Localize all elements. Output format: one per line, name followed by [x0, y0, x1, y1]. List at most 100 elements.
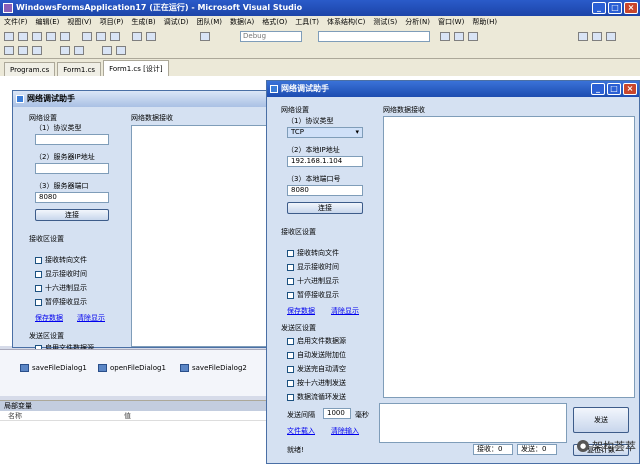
design-recv-opt-2[interactable]: 显示接收时间	[35, 269, 87, 279]
menu-file[interactable]: 文件(F)	[4, 16, 28, 29]
design-proto-label: （1）协议类型	[35, 124, 82, 132]
chevron-down-icon: ▾	[355, 128, 359, 136]
run-recv-opt-1[interactable]: 接收转向文件	[287, 248, 339, 258]
run-save-data-link[interactable]: 保存数据	[287, 306, 315, 316]
tray-save-dialog-2[interactable]: saveFileDialog2	[180, 364, 247, 372]
save-icon[interactable]	[46, 32, 56, 41]
run-clear-display-link[interactable]: 清除显示	[331, 306, 359, 316]
menu-test[interactable]: 测试(S)	[373, 16, 397, 29]
properties-icon[interactable]	[454, 32, 464, 41]
design-save-data-link[interactable]: 保存数据	[35, 313, 63, 323]
spacing-icon[interactable]	[74, 46, 84, 55]
run-port-input[interactable]: 8080	[287, 185, 363, 196]
menu-team[interactable]: 团队(M)	[196, 16, 222, 29]
checkbox-icon	[35, 256, 42, 264]
checkbox-icon	[287, 393, 294, 401]
run-send-opt-5[interactable]: 数据流循环发送	[287, 392, 346, 402]
run-send-button[interactable]: 发送	[573, 407, 629, 433]
design-clear-display-link[interactable]: 清除显示	[77, 313, 105, 323]
run-connect-button[interactable]: 连接	[287, 202, 363, 214]
solution-explorer-icon[interactable]	[440, 32, 450, 41]
new-project-icon[interactable]	[4, 32, 14, 41]
design-proto-select[interactable]	[35, 134, 109, 145]
design-recv-opt-4[interactable]: 暂停接收显示	[35, 297, 87, 307]
config-select[interactable]: Debug	[240, 31, 302, 42]
vs-title-bar: WindowsFormsApplication17 (正在运行) - Micro…	[0, 0, 640, 16]
menu-analyze[interactable]: 分析(N)	[405, 16, 430, 29]
continue-icon[interactable]	[578, 32, 588, 41]
tab-form1-designer[interactable]: Form1.cs [设计]	[103, 60, 169, 76]
run-local-ip-input[interactable]: 192.168.1.104	[287, 156, 363, 167]
copy-icon[interactable]	[96, 32, 106, 41]
tab-program-cs[interactable]: Program.cs	[4, 62, 56, 76]
menu-window[interactable]: 窗口(W)	[438, 16, 464, 29]
save-all-icon[interactable]	[60, 32, 70, 41]
menu-view[interactable]: 视图(V)	[67, 16, 91, 29]
align-right-icon[interactable]	[32, 46, 42, 55]
vs-title: WindowsFormsApplication17 (正在运行) - Micro…	[16, 3, 303, 12]
maximize-icon[interactable]: □	[607, 83, 621, 95]
cut-icon[interactable]	[82, 32, 92, 41]
design-recv-opt-1-label: 接收转向文件	[45, 256, 87, 264]
menu-tools[interactable]: 工具(T)	[295, 16, 319, 29]
undo-icon[interactable]	[132, 32, 142, 41]
bring-front-icon[interactable]	[102, 46, 112, 55]
minimize-icon[interactable]: _	[592, 2, 606, 14]
run-send-textbox[interactable]	[379, 403, 567, 443]
run-interval-input[interactable]: 1000	[323, 408, 351, 419]
open-icon[interactable]	[32, 32, 42, 41]
menu-edit[interactable]: 编辑(E)	[36, 16, 60, 29]
checkbox-icon	[287, 337, 294, 345]
find-combo[interactable]	[318, 31, 430, 42]
run-send-opt-4[interactable]: 按十六进制发送	[287, 378, 346, 388]
menu-format[interactable]: 格式(O)	[262, 16, 287, 29]
vs-window-controls: _ □ ×	[592, 2, 638, 14]
design-server-ip-input[interactable]	[35, 163, 109, 174]
start-debug-icon[interactable]	[200, 32, 210, 41]
design-connect-button[interactable]: 连接	[35, 209, 109, 221]
align-center-icon[interactable]	[18, 46, 28, 55]
menu-help[interactable]: 帮助(H)	[472, 16, 497, 29]
size-icon[interactable]	[60, 46, 70, 55]
pause-icon[interactable]	[592, 32, 602, 41]
align-left-icon[interactable]	[4, 46, 14, 55]
menu-data[interactable]: 数据(A)	[230, 16, 254, 29]
paste-icon[interactable]	[110, 32, 120, 41]
close-icon[interactable]: ×	[624, 2, 638, 14]
close-icon[interactable]: ×	[623, 83, 637, 95]
run-recv-opt-2[interactable]: 显示接收时间	[287, 262, 339, 272]
design-port-input[interactable]: 8080	[35, 192, 109, 203]
run-recv-opt-4[interactable]: 暂停接收显示	[287, 290, 339, 300]
run-send-opt-3[interactable]: 发送完自动清空	[287, 364, 346, 374]
run-recv-textbox[interactable]	[383, 116, 635, 398]
minimize-icon[interactable]: _	[591, 83, 605, 95]
toolbox-icon[interactable]	[468, 32, 478, 41]
tray-open-dialog-1[interactable]: openFileDialog1	[98, 364, 166, 372]
design-form-title: 网络调试助手	[27, 94, 75, 103]
run-recv-area-label: 网络数据接收	[383, 106, 425, 114]
run-proto-select[interactable]: TCP ▾	[287, 127, 363, 138]
maximize-icon[interactable]: □	[608, 2, 622, 14]
run-file-load-link[interactable]: 文件载入	[287, 426, 315, 436]
design-send-group-label: 发送区设置	[29, 332, 64, 340]
design-recv-opt-3[interactable]: 十六进制显示	[35, 283, 87, 293]
run-send-opt-2[interactable]: 自动发送附加位	[287, 350, 346, 360]
tray-save-dialog-1[interactable]: saveFileDialog1	[20, 364, 87, 372]
design-recv-area-label: 网络数据接收	[131, 114, 173, 122]
run-recv-opt-3[interactable]: 十六进制显示	[287, 276, 339, 286]
menu-debug[interactable]: 调试(D)	[164, 16, 189, 29]
send-back-icon[interactable]	[116, 46, 126, 55]
menu-architecture[interactable]: 体系结构(C)	[327, 16, 365, 29]
run-send-opt-1[interactable]: 启用文件数据源	[287, 336, 346, 346]
tab-form1-cs[interactable]: Form1.cs	[57, 62, 102, 76]
run-send-opt-3-label: 发送完自动清空	[297, 365, 346, 373]
add-item-icon[interactable]	[18, 32, 28, 41]
menu-build[interactable]: 生成(B)	[131, 16, 155, 29]
dialog-icon	[20, 364, 29, 372]
stop-icon[interactable]	[606, 32, 616, 41]
run-clear-input-link[interactable]: 清除输入	[331, 426, 359, 436]
menu-project[interactable]: 项目(P)	[100, 16, 124, 29]
design-recv-opt-1[interactable]: 接收转向文件	[35, 255, 87, 265]
checkbox-icon	[35, 298, 42, 306]
redo-icon[interactable]	[146, 32, 156, 41]
